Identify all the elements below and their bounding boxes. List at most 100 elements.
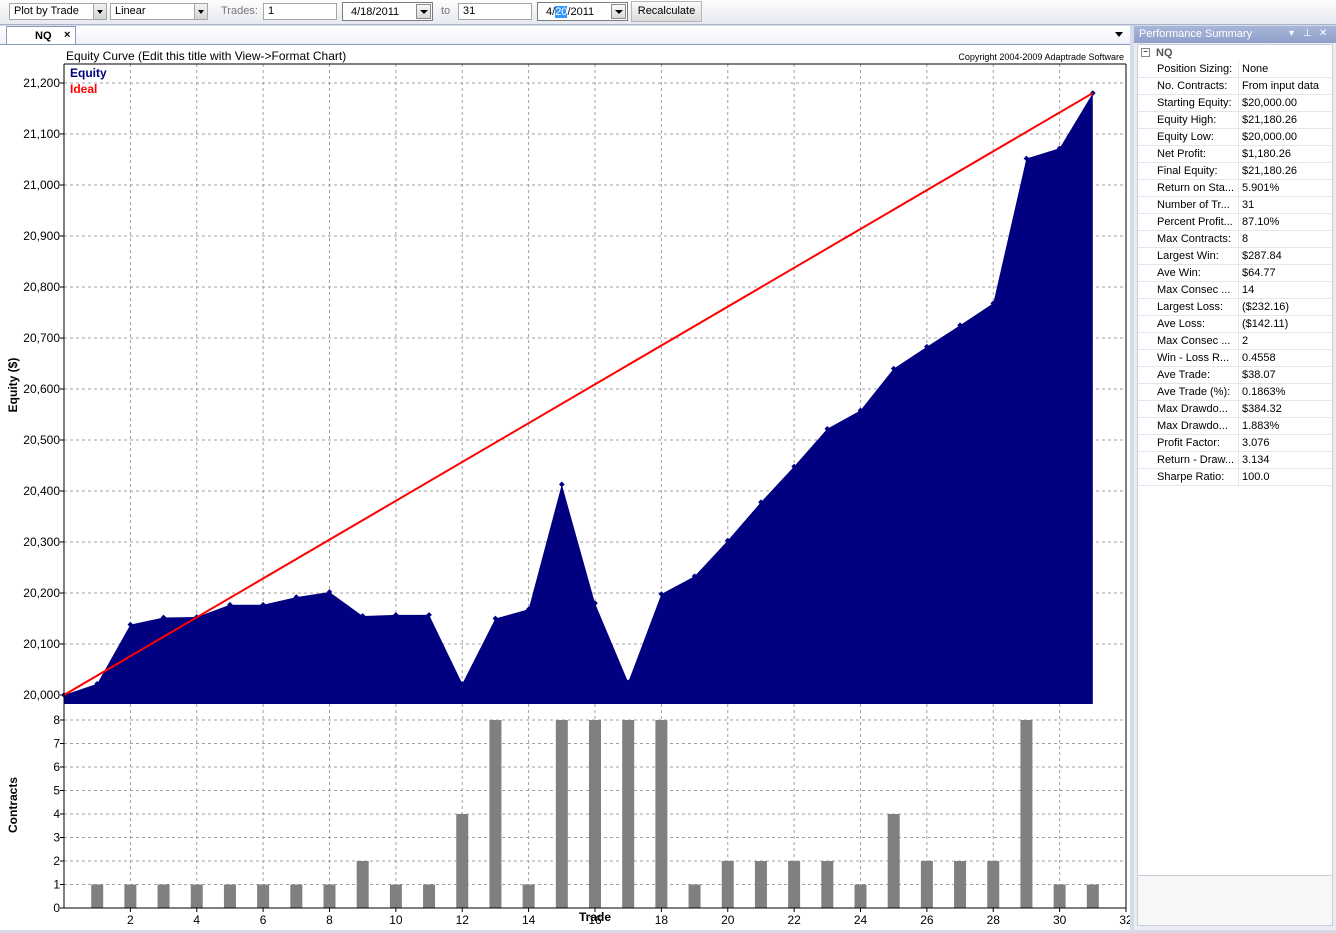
property-row[interactable]: Largest Loss: ($232.16) xyxy=(1138,299,1332,316)
plot-mode-select[interactable]: Plot by Trade xyxy=(9,3,107,20)
collapse-icon[interactable]: − xyxy=(1141,48,1150,57)
column-divider xyxy=(1238,282,1239,298)
contracts-tick-label: 4 xyxy=(53,807,60,821)
column-divider xyxy=(1238,146,1239,162)
column-divider xyxy=(1238,231,1239,247)
property-row[interactable]: Largest Win: $287.84 xyxy=(1138,248,1332,265)
property-row[interactable]: Max Consec ... 14 xyxy=(1138,282,1332,299)
equity-tick-label: 21,100 xyxy=(23,127,60,141)
property-name: Percent Profit... xyxy=(1157,216,1233,228)
recalculate-button[interactable]: Recalculate xyxy=(631,1,702,22)
property-name: Max Drawdo... xyxy=(1157,420,1228,432)
column-divider xyxy=(1238,248,1239,264)
trades-label: Trades: xyxy=(221,5,258,17)
property-value: ($142.11) xyxy=(1242,318,1289,330)
property-value: $21,180.26 xyxy=(1242,165,1298,177)
column-divider xyxy=(1238,163,1239,179)
property-name: Return - Draw... xyxy=(1157,454,1235,466)
chevron-down-icon[interactable] xyxy=(93,4,106,19)
equity-tick-label: 20,800 xyxy=(23,280,60,294)
contracts-bar xyxy=(788,861,801,908)
property-name: Equity High: xyxy=(1157,114,1217,126)
property-row[interactable]: Return - Draw... 3.134 xyxy=(1138,452,1332,469)
contracts-bar xyxy=(920,861,933,908)
property-value: $20,000.00 xyxy=(1242,131,1298,143)
contracts-bar xyxy=(954,861,967,908)
column-divider xyxy=(1238,61,1239,77)
property-row[interactable]: Sharpe Ratio: 100.0 xyxy=(1138,469,1332,486)
property-value: None xyxy=(1242,63,1269,75)
scale-select[interactable]: Linear xyxy=(110,3,208,20)
pin-icon[interactable]: ⊥ xyxy=(1303,28,1312,39)
chart-frame: 20,000 20,100 20,200 20,300 20,400 20,500 20,6… xyxy=(0,45,1133,930)
close-icon[interactable]: ✕ xyxy=(1319,28,1327,39)
contracts-bar xyxy=(1020,720,1033,908)
column-divider xyxy=(1238,214,1239,230)
equity-tick-label: 20,600 xyxy=(23,382,60,396)
property-row[interactable]: Net Profit: $1,180.26 xyxy=(1138,146,1332,163)
trades-from-input[interactable]: 1 xyxy=(263,3,337,20)
property-row[interactable]: Ave Trade: $38.07 xyxy=(1138,367,1332,384)
x-tick-label: 4 xyxy=(193,913,200,927)
property-row[interactable]: Max Contracts: 8 xyxy=(1138,231,1332,248)
calendar-dropdown-icon[interactable] xyxy=(416,4,431,19)
property-name: Max Contracts: xyxy=(1157,233,1231,245)
trades-to-input[interactable]: 31 xyxy=(458,3,532,20)
contracts-axis-label: Contracts xyxy=(6,777,20,833)
property-name: Profit Factor: xyxy=(1157,437,1220,449)
property-row[interactable]: Starting Equity: $20,000.00 xyxy=(1138,95,1332,112)
equity-tick-label: 21,200 xyxy=(23,76,60,90)
contracts-bar xyxy=(887,814,900,908)
tab-nq[interactable]: NQ × xyxy=(6,26,76,44)
contracts-bar xyxy=(223,884,236,908)
property-value: $38.07 xyxy=(1242,369,1276,381)
tab-list-dropdown-icon[interactable] xyxy=(1115,32,1123,37)
property-grid: − NQ Position Sizing: None No. Contracts: F… xyxy=(1137,44,1333,884)
dropdown-icon[interactable]: ▾ xyxy=(1289,28,1294,39)
property-name: Ave Win: xyxy=(1157,267,1201,279)
contracts-bar xyxy=(655,720,668,908)
x-tick-label: 14 xyxy=(522,913,536,927)
property-row[interactable]: Ave Loss: ($142.11) xyxy=(1138,316,1332,333)
property-name: Number of Tr... xyxy=(1157,199,1230,211)
grid-root-nq[interactable]: − NQ xyxy=(1138,45,1332,61)
column-divider xyxy=(1238,435,1239,451)
close-icon[interactable]: × xyxy=(64,29,70,41)
equity-tick-label: 20,200 xyxy=(23,586,60,600)
panel-header: Performance Summary ▾ ⊥ ✕ xyxy=(1134,26,1336,43)
x-tick-label: 26 xyxy=(920,913,934,927)
property-row[interactable]: Max Drawdo... 1.883% xyxy=(1138,418,1332,435)
property-row[interactable]: Profit Factor: 3.076 xyxy=(1138,435,1332,452)
contracts-tick-label: 1 xyxy=(53,878,60,892)
property-row[interactable]: Percent Profit... 87.10% xyxy=(1138,214,1332,231)
property-row[interactable]: No. Contracts: From input data xyxy=(1138,78,1332,95)
property-row[interactable]: Equity Low: $20,000.00 xyxy=(1138,129,1332,146)
x-tick-label: 8 xyxy=(326,913,333,927)
x-tick-label: 12 xyxy=(456,913,470,927)
property-row[interactable]: Max Drawdo... $384.32 xyxy=(1138,401,1332,418)
property-row[interactable]: Position Sizing: None xyxy=(1138,61,1332,78)
property-row[interactable]: Final Equity: $21,180.26 xyxy=(1138,163,1332,180)
property-row[interactable]: Return on Sta... 5.901% xyxy=(1138,180,1332,197)
property-row[interactable]: Ave Trade (%): 0.1863% xyxy=(1138,384,1332,401)
calendar-dropdown-icon[interactable] xyxy=(611,4,626,19)
property-value: $21,180.26 xyxy=(1242,114,1298,126)
property-value: 8 xyxy=(1242,233,1249,245)
equity-tick-label: 20,000 xyxy=(23,688,60,702)
property-row[interactable]: Equity High: $21,180.26 xyxy=(1138,112,1332,129)
chevron-down-icon[interactable] xyxy=(194,4,207,19)
contracts-bar xyxy=(290,884,303,908)
property-row[interactable]: Ave Win: $64.77 xyxy=(1138,265,1332,282)
property-row[interactable]: Max Consec ... 2 xyxy=(1138,333,1332,350)
property-row[interactable]: Number of Tr... 31 xyxy=(1138,197,1332,214)
property-value: $384.32 xyxy=(1242,403,1282,415)
property-row[interactable]: Win - Loss R... 0.4558 xyxy=(1138,350,1332,367)
column-divider xyxy=(1238,95,1239,111)
property-value: ($232.16) xyxy=(1242,301,1290,313)
panel-title: Performance Summary xyxy=(1139,28,1253,40)
x-tick-label: 18 xyxy=(655,913,669,927)
start-date-picker[interactable]: 4/18/2011 xyxy=(342,2,433,21)
property-value: 100.0 xyxy=(1242,471,1270,483)
chart-copyright: Copyright 2004-2009 Adaptrade Software xyxy=(958,52,1124,62)
end-date-picker[interactable]: 4/20/2011 xyxy=(537,2,628,21)
